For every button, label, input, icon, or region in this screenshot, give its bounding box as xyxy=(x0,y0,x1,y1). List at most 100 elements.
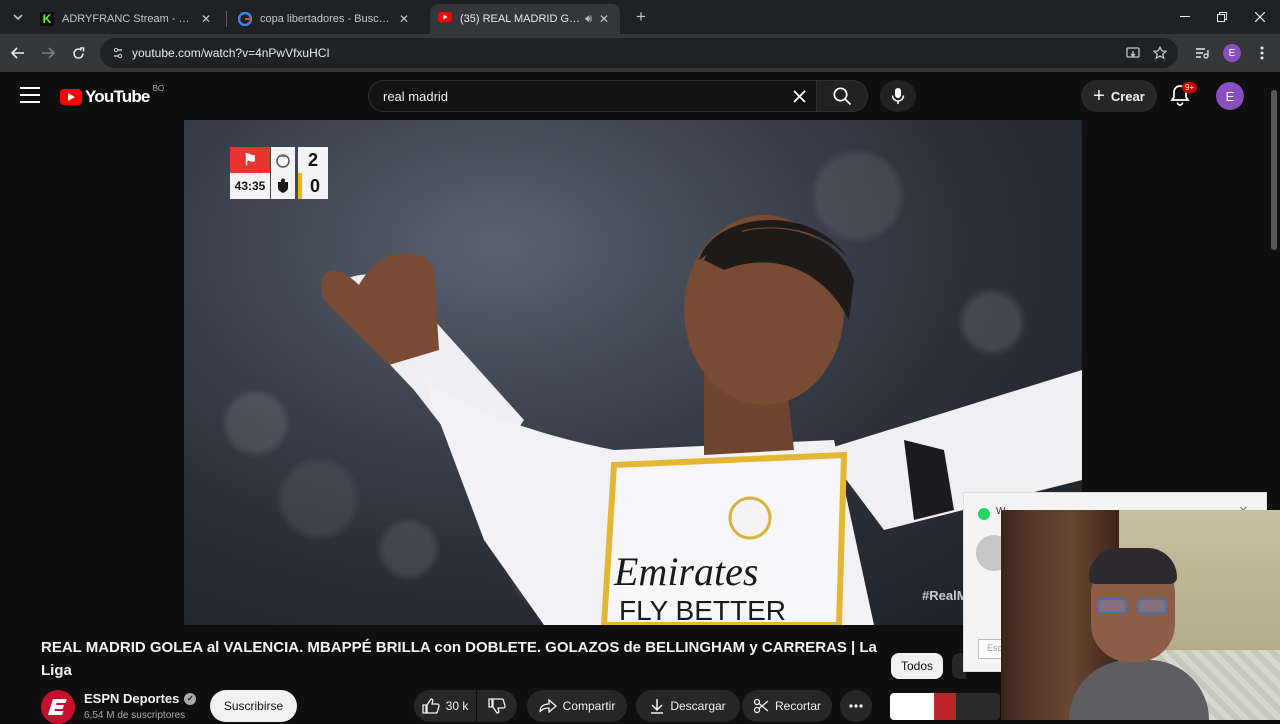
profile-avatar: E xyxy=(1223,44,1241,62)
create-button[interactable]: + Crear xyxy=(1081,80,1157,112)
close-icon xyxy=(1255,12,1265,22)
notifications-button[interactable]: 9+ xyxy=(1170,82,1198,108)
svg-text:FLY BETTER: FLY BETTER xyxy=(619,595,786,625)
video-player[interactable]: Emirates FLY BETTER ⚑ 43:35 2 0 #RealM xyxy=(184,120,1082,625)
tab-title: ADRYFRANC Stream - Kick Da xyxy=(62,13,194,25)
browser-profile-button[interactable]: E xyxy=(1222,43,1242,63)
address-bar[interactable]: youtube.com/watch?v=4nPwVfxuHCI xyxy=(100,38,1178,68)
real-madrid-crest-icon xyxy=(271,147,295,173)
clip-label: Recortar xyxy=(774,699,821,713)
restore-icon xyxy=(1217,12,1227,22)
url-text: youtube.com/watch?v=4nPwVfxuHCI xyxy=(132,46,330,60)
share-button[interactable]: Compartir xyxy=(527,690,627,722)
svg-text:Emirates: Emirates xyxy=(613,549,758,594)
scrollbar-thumb[interactable] xyxy=(1271,90,1277,250)
related-video-thumbnail[interactable] xyxy=(890,693,1000,720)
voice-search-button[interactable] xyxy=(880,80,916,112)
back-button[interactable] xyxy=(8,43,28,63)
minimize-icon xyxy=(1180,16,1190,17)
search-input[interactable]: real madrid xyxy=(368,80,816,112)
browser-tab-strip: K ADRYFRANC Stream - Kick Da ✕ copa libe… xyxy=(0,0,1280,34)
youtube-header: YouTube BO real madrid + Crear 9+ E xyxy=(0,72,1268,120)
clip-button[interactable]: Recortar xyxy=(742,690,832,722)
match-time: 43:35 xyxy=(230,173,270,199)
plus-icon: + xyxy=(1093,85,1105,107)
browser-tab-google[interactable]: copa libertadores - Buscar con ✕ xyxy=(230,4,420,34)
tab-title: (35) REAL MADRID GOLEA a xyxy=(460,13,581,25)
download-icon xyxy=(651,699,664,714)
search-icon xyxy=(833,87,852,106)
scissors-icon xyxy=(753,698,769,714)
webcam-overlay xyxy=(1001,510,1280,720)
google-favicon-icon xyxy=(237,11,253,27)
tab-close-icon[interactable]: ✕ xyxy=(198,11,214,27)
site-info-icon[interactable] xyxy=(110,45,126,61)
clear-search-button[interactable] xyxy=(788,85,810,107)
valencia-crest-icon xyxy=(271,173,295,199)
share-label: Compartir xyxy=(562,699,616,713)
more-horizontal-icon xyxy=(849,704,863,708)
whatsapp-icon xyxy=(978,508,990,520)
tab-title: copa libertadores - Buscar con xyxy=(260,13,392,25)
forward-button[interactable] xyxy=(38,43,58,63)
video-hashtag: #RealM xyxy=(922,588,968,603)
filter-chip-all[interactable]: Todos xyxy=(891,653,943,679)
subscriber-count: 6,54 M de suscriptores xyxy=(84,710,186,721)
browser-menu-button[interactable] xyxy=(1252,43,1272,63)
guide-menu-button[interactable] xyxy=(20,87,40,103)
install-app-icon[interactable] xyxy=(1126,38,1140,68)
webcam-glasses xyxy=(1097,598,1169,614)
thumbs-down-icon xyxy=(488,698,506,714)
reload-button[interactable] xyxy=(68,43,88,63)
webcam-streamer-hair xyxy=(1089,548,1177,584)
tab-close-icon[interactable]: ✕ xyxy=(596,11,612,27)
reading-list-button[interactable] xyxy=(1192,43,1212,63)
scoreboard-overlay: ⚑ 43:35 2 0 xyxy=(230,147,328,199)
tab-separator xyxy=(226,11,227,27)
browser-toolbar: youtube.com/watch?v=4nPwVfxuHCI E xyxy=(0,34,1280,72)
speaker-icon[interactable]: 🔊︎ xyxy=(585,13,592,26)
hamburger-icon xyxy=(20,87,40,89)
country-code: BO xyxy=(152,83,165,93)
new-tab-button[interactable]: + xyxy=(632,8,650,26)
youtube-wordmark: YouTube xyxy=(85,87,150,106)
channel-name[interactable]: ESPN Deportes ✓ xyxy=(84,691,197,706)
download-button[interactable]: Descargar xyxy=(636,690,740,722)
microphone-icon xyxy=(891,88,905,104)
youtube-favicon-icon xyxy=(438,12,452,26)
restore-window-button[interactable] xyxy=(1203,0,1241,34)
kick-favicon-icon: K xyxy=(40,12,54,26)
more-actions-button[interactable] xyxy=(840,690,872,722)
channel-avatar[interactable] xyxy=(41,690,75,724)
arrow-left-icon xyxy=(11,47,24,59)
verified-check-icon: ✓ xyxy=(184,692,197,705)
media-controls-icon xyxy=(1196,48,1209,59)
home-score: 2 xyxy=(298,147,328,173)
arrow-right-icon xyxy=(42,47,55,59)
dislike-button[interactable] xyxy=(477,690,517,722)
close-icon xyxy=(792,89,806,103)
channel-name-text: ESPN Deportes xyxy=(84,691,180,706)
like-button[interactable]: 30 k xyxy=(414,690,476,722)
chevron-down-icon xyxy=(13,14,23,20)
subscribe-button[interactable]: Suscribirse xyxy=(210,690,297,722)
tab-close-icon[interactable]: ✕ xyxy=(396,11,412,27)
download-label: Descargar xyxy=(670,699,726,713)
share-arrow-icon xyxy=(539,699,557,713)
youtube-logo[interactable]: YouTube BO xyxy=(60,83,165,107)
bookmark-star-icon[interactable] xyxy=(1153,38,1167,68)
browser-tab-kick[interactable]: K ADRYFRANC Stream - Kick Da ✕ xyxy=(32,4,222,34)
create-label: Crear xyxy=(1110,88,1145,104)
kebab-menu-icon xyxy=(1260,46,1264,60)
account-avatar[interactable]: E xyxy=(1216,82,1244,110)
search-query: real madrid xyxy=(383,88,449,104)
close-window-button[interactable] xyxy=(1241,0,1279,34)
tab-search-menu-button[interactable] xyxy=(8,7,28,27)
notification-badge: 9+ xyxy=(1182,82,1198,93)
browser-tab-youtube-active[interactable]: (35) REAL MADRID GOLEA a 🔊︎ ✕ xyxy=(430,4,620,34)
like-count: 30 k xyxy=(445,699,469,713)
search-button[interactable] xyxy=(816,80,868,112)
video-title: REAL MADRID GOLEA al VALENCIA. MBAPPÉ BR… xyxy=(41,639,877,679)
reload-icon xyxy=(72,46,84,59)
minimize-window-button[interactable] xyxy=(1166,0,1204,34)
